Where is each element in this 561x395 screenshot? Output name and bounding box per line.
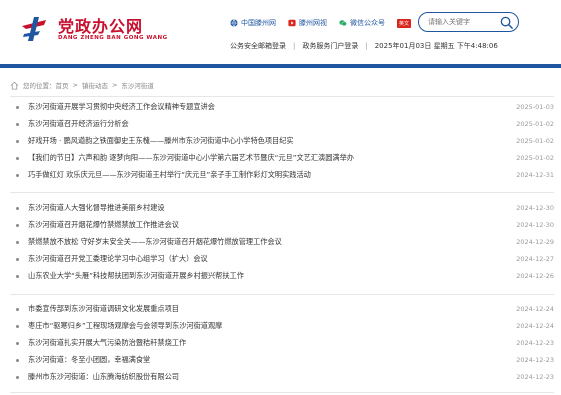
globe-icon xyxy=(230,19,238,27)
site-header: 党政办公网 DANG ZHENG BAN GONG WANG 中国滕州网 滕州网… xyxy=(0,0,561,62)
news-title[interactable]: 【我们的节日】六声和韵 逐梦向阳——东沙河街道中心小学第六届艺术节暨庆“元旦”文… xyxy=(28,153,514,163)
list-item[interactable]: 东沙河街道扎实开展大气污染防治暨秸秆禁烧工作 2024-12-23 xyxy=(10,336,554,350)
divider xyxy=(10,96,554,97)
news-date: 2024-12-23 xyxy=(516,373,554,381)
list-item[interactable]: 【我们的节日】六声和韵 逐梦向阳——东沙河街道中心小学第六届艺术节暨庆“元旦”文… xyxy=(10,151,554,165)
list-item[interactable]: 枣庄市“驱寒归乡”工程现场观摩会与会领导到东沙河街道观摩 2024-12-24 xyxy=(10,319,554,333)
news-date: 2024-12-31 xyxy=(516,171,554,179)
breadcrumb-separator: > xyxy=(111,81,118,89)
top-link-label: 中国滕州网 xyxy=(241,19,276,27)
wechat-icon xyxy=(339,20,347,26)
logo-subtitle: DANG ZHENG BAN GONG WANG xyxy=(58,35,168,41)
news-title[interactable]: 山东农业大学“头雁”科技帮扶团到东沙河街道开展乡村振兴帮扶工作 xyxy=(28,271,514,281)
news-date: 2025-01-02 xyxy=(516,137,554,145)
bullet xyxy=(16,375,19,379)
divider xyxy=(10,192,554,193)
list-item[interactable]: 东沙河街道召开经济运行分析会 2025-01-02 xyxy=(10,117,554,131)
bullet xyxy=(16,257,19,261)
bullet xyxy=(16,173,19,177)
news-title[interactable]: 禁燃禁放不放松 守好岁末安全关——东沙河街道召开烟花爆竹燃放管理工作会议 xyxy=(28,237,514,247)
news-title[interactable]: 东沙河街道召开党工委理论学习中心组学习（扩大）会议 xyxy=(28,254,514,264)
top-link-label: 滕州网视 xyxy=(299,19,327,27)
search-input[interactable] xyxy=(428,16,498,28)
bullet xyxy=(16,358,19,362)
bullet xyxy=(16,156,19,160)
top-link-china-tengzhou[interactable]: 中国滕州网 xyxy=(230,18,276,28)
news-date: 2025-01-03 xyxy=(516,103,554,111)
news-date: 2024-12-24 xyxy=(516,305,554,313)
news-date: 2024-12-27 xyxy=(516,255,554,263)
bullet xyxy=(16,139,19,143)
bullet xyxy=(16,105,19,109)
news-title[interactable]: 好戏开场 · 鹏风遒韵之铁面御史王东槐——滕州市东沙河街道中心小学特色项目纪实 xyxy=(28,136,514,146)
news-title[interactable]: 东沙河街道开展学习贯彻中央经济工作会议精神专题宣讲会 xyxy=(28,102,514,112)
breadcrumb-label: 您的位置： xyxy=(23,82,56,90)
play-icon xyxy=(288,19,296,27)
news-date: 2024-12-26 xyxy=(516,272,554,280)
news-title[interactable]: 市委宣传部到东沙河街道调研文化发展重点项目 xyxy=(28,304,514,314)
current-datetime: 2025年01月03日 星期五 下午4:48:06 xyxy=(374,42,498,50)
breadcrumb-separator: > xyxy=(72,81,78,89)
breadcrumb-town-news[interactable]: 镇街动态 xyxy=(82,80,108,90)
divider: | xyxy=(293,42,296,50)
divider: | xyxy=(365,42,368,50)
news-title[interactable]: 枣庄市“驱寒归乡”工程现场观摩会与会领导到东沙河街道观摩 xyxy=(28,321,514,331)
divider xyxy=(10,392,554,393)
list-item[interactable]: 东沙河街道人大强化督导推进美丽乡村建设 2024-12-30 xyxy=(10,201,554,215)
news-title[interactable]: 东沙河街道召开烟花爆竹禁燃禁放工作推进会议 xyxy=(28,220,514,230)
list-item[interactable]: 滕州市东沙河街道：山东腾海纺织股份有限公司 2024-12-23 xyxy=(10,370,554,384)
top-link-wechat[interactable]: 微信公众号 xyxy=(339,18,385,28)
list-item[interactable]: 禁燃禁放不放松 守好岁末安全关——东沙河街道召开烟花爆竹燃放管理工作会议 2024… xyxy=(10,235,554,249)
news-title[interactable]: 东沙河街道人大强化督导推进美丽乡村建设 xyxy=(28,203,514,213)
list-item[interactable]: 好戏开场 · 鹏风遒韵之铁面御史王东槐——滕州市东沙河街道中心小学特色项目纪实 2… xyxy=(10,134,554,148)
top-link-label: 微信公众号 xyxy=(350,19,385,27)
search-icon[interactable] xyxy=(499,15,514,30)
divider xyxy=(10,294,554,295)
list-item[interactable]: 巧手做红灯 欢乐庆元旦——东沙河街道王村举行“庆元旦”亲子手工制作彩灯文明实践活… xyxy=(10,168,554,182)
breadcrumb: 您的位置： 首页 > 镇街动态 > 东沙河街道 xyxy=(10,80,154,90)
english-badge[interactable]: 英文 xyxy=(397,18,412,28)
list-item[interactable]: 东沙河街道：冬至小团圆，幸福满食堂 2024-12-23 xyxy=(10,353,554,367)
bullet xyxy=(16,122,19,126)
news-title[interactable]: 巧手做红灯 欢乐庆元旦——东沙河街道王村举行“庆元旦”亲子手工制作彩灯文明实践活… xyxy=(28,170,514,180)
breadcrumb-home[interactable]: 首页 xyxy=(56,80,69,90)
news-date: 2024-12-24 xyxy=(516,322,554,330)
home-icon xyxy=(10,81,19,90)
top-links: 中国滕州网 滕州网视 微信公众号 英文 xyxy=(230,16,419,30)
bullet xyxy=(16,307,19,311)
news-date: 2024-12-23 xyxy=(516,339,554,347)
news-date: 2024-12-29 xyxy=(516,238,554,246)
news-title[interactable]: 东沙河街道召开经济运行分析会 xyxy=(28,119,514,129)
bullet xyxy=(16,206,19,210)
list-item[interactable]: 东沙河街道开展学习贯彻中央经济工作会议精神专题宣讲会 2025-01-03 xyxy=(10,100,554,114)
logo-mark-icon xyxy=(22,17,46,41)
news-date: 2024-12-30 xyxy=(516,221,554,229)
list-item[interactable]: 市委宣传部到东沙河街道调研文化发展重点项目 2024-12-24 xyxy=(10,302,554,316)
news-date: 2025-01-02 xyxy=(516,154,554,162)
bullet xyxy=(16,223,19,227)
news-date: 2025-01-02 xyxy=(516,120,554,128)
list-item[interactable]: 东沙河街道召开烟花爆竹禁燃禁放工作推进会议 2024-12-30 xyxy=(10,218,554,232)
site-logo[interactable]: 党政办公网 DANG ZHENG BAN GONG WANG xyxy=(20,12,167,46)
gov-portal-login-link[interactable]: 政务服务门户登录 xyxy=(302,41,358,51)
news-title[interactable]: 滕州市东沙河街道：山东腾海纺织股份有限公司 xyxy=(28,372,514,382)
bullet xyxy=(16,274,19,278)
news-date: 2024-12-30 xyxy=(516,204,554,212)
bullet xyxy=(16,341,19,345)
breadcrumb-current[interactable]: 东沙河街道 xyxy=(121,80,154,90)
bullet xyxy=(16,324,19,328)
list-item[interactable]: 东沙河街道召开党工委理论学习中心组学习（扩大）会议 2024-12-27 xyxy=(10,252,554,266)
sub-links: 公务安全邮箱登录 | 政务服务门户登录 | 2025年01月03日 星期五 下午… xyxy=(230,41,498,51)
mail-login-link[interactable]: 公务安全邮箱登录 xyxy=(230,41,286,51)
news-title[interactable]: 东沙河街道扎实开展大气污染防治暨秸秆禁烧工作 xyxy=(28,338,514,348)
list-item[interactable]: 山东农业大学“头雁”科技帮扶团到东沙河街道开展乡村振兴帮扶工作 2024-12-2… xyxy=(10,269,554,283)
top-link-tengzhou-tv[interactable]: 滕州网视 xyxy=(288,18,327,28)
news-date: 2024-12-23 xyxy=(516,356,554,364)
news-title[interactable]: 东沙河街道：冬至小团圆，幸福满食堂 xyxy=(28,355,514,365)
search-box xyxy=(418,12,519,32)
header-divider-bar xyxy=(0,64,561,68)
bullet xyxy=(16,240,19,244)
logo-title: 党政办公网 xyxy=(58,17,144,36)
